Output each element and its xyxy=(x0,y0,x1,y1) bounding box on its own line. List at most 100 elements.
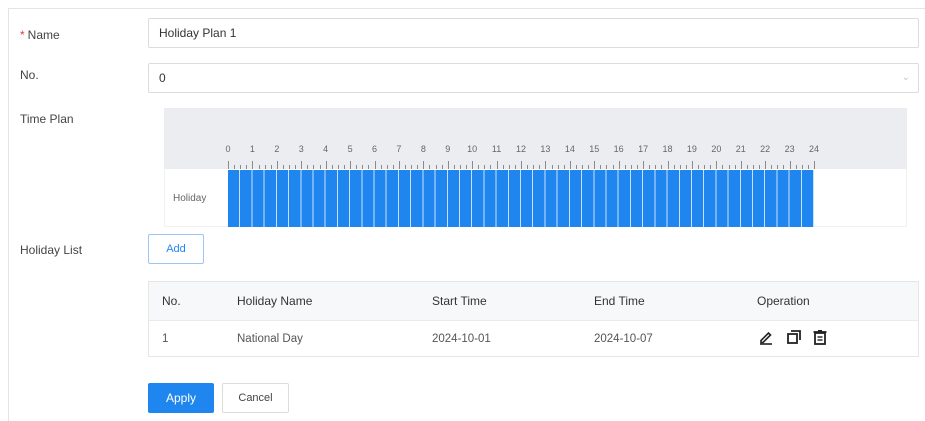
ruler-tick xyxy=(514,165,516,169)
chevron-down-icon: ⌄ xyxy=(901,72,910,83)
copy-icon[interactable] xyxy=(786,329,802,345)
ruler-tick xyxy=(521,161,522,169)
required-mark: * xyxy=(20,28,25,42)
header-end-time: End Time xyxy=(594,294,645,308)
name-input[interactable]: Holiday Plan 1 xyxy=(148,18,919,48)
add-holiday-button[interactable]: Add xyxy=(148,234,204,264)
ruler-tick xyxy=(240,165,242,169)
ruler-tick xyxy=(539,165,541,169)
ruler-tick xyxy=(258,165,260,169)
time-ruler xyxy=(228,155,815,169)
ruler-tick xyxy=(643,161,645,169)
ruler-tick xyxy=(337,165,339,169)
hour-tick-label: 11 xyxy=(491,144,502,154)
ruler-tick xyxy=(789,161,791,169)
ruler-tick xyxy=(307,165,309,169)
hour-tick-label: 10 xyxy=(467,144,478,154)
ruler-tick xyxy=(472,161,474,169)
ruler-tick xyxy=(502,165,504,169)
ruler-tick xyxy=(594,161,596,169)
ruler-tick xyxy=(295,165,297,169)
ruler-tick xyxy=(630,165,632,169)
ruler-tick xyxy=(441,165,443,169)
ruler-tick xyxy=(569,161,571,169)
ruler-tick xyxy=(704,165,706,169)
ruler-tick xyxy=(765,161,767,169)
ruler-tick xyxy=(423,161,425,169)
hour-tick-label: 8 xyxy=(420,144,426,154)
ruler-tick xyxy=(496,161,498,169)
row-start-time: 2024-10-01 xyxy=(432,333,491,345)
delete-icon[interactable] xyxy=(812,329,828,345)
hour-tick-label: 21 xyxy=(735,144,746,154)
ruler-tick xyxy=(606,165,608,169)
ruler-tick xyxy=(374,161,376,169)
cancel-button[interactable]: Cancel xyxy=(222,383,289,413)
ruler-tick xyxy=(246,165,248,169)
ruler-tick xyxy=(691,161,693,169)
hour-tick-label: 0 xyxy=(225,144,231,154)
holiday-table: No. Holiday Name Start Time End Time Ope… xyxy=(148,281,919,357)
ruler-tick xyxy=(582,165,584,169)
row-holiday-name: National Day xyxy=(237,333,303,345)
apply-button[interactable]: Apply xyxy=(148,383,214,413)
row-end-time: 2024-10-07 xyxy=(594,333,653,345)
ruler-tick xyxy=(228,161,229,169)
ruler-tick xyxy=(746,165,748,169)
ruler-tick xyxy=(685,165,687,169)
ruler-tick xyxy=(325,161,327,169)
ruler-tick xyxy=(368,165,370,169)
ruler-tick xyxy=(319,165,321,169)
ruler-tick xyxy=(618,161,620,169)
hour-tick-label: 7 xyxy=(396,144,402,154)
ruler-tick xyxy=(814,161,815,169)
table-header: No. Holiday Name Start Time End Time Ope… xyxy=(149,282,918,321)
ruler-tick xyxy=(533,165,535,169)
ruler-tick xyxy=(453,165,455,169)
hour-tick-label: 17 xyxy=(638,144,649,154)
hour-tick-label: 6 xyxy=(371,144,378,154)
header-no: No. xyxy=(162,294,181,308)
name-input-value: Holiday Plan 1 xyxy=(159,26,237,40)
ruler-tick xyxy=(392,165,394,169)
ruler-tick xyxy=(649,165,651,169)
ruler-tick xyxy=(362,165,364,169)
ruler-tick xyxy=(447,161,449,169)
ruler-tick xyxy=(679,165,681,169)
no-select-value: 0 xyxy=(159,71,166,85)
ruler-tick xyxy=(783,165,785,169)
edit-icon[interactable] xyxy=(758,329,774,345)
ruler-tick xyxy=(435,165,437,169)
ruler-tick xyxy=(698,165,700,169)
hour-tick-label: 15 xyxy=(589,144,600,154)
header-holiday-name: Holiday Name xyxy=(237,294,313,308)
ruler-tick xyxy=(759,165,761,169)
ruler-tick xyxy=(276,161,278,169)
hour-tick-label: 5 xyxy=(347,144,353,154)
no-select[interactable]: 0 ⌄ xyxy=(148,63,919,93)
ruler-tick xyxy=(527,165,529,169)
hour-tick-label: 20 xyxy=(711,144,722,154)
ruler-tick xyxy=(478,165,480,169)
ruler-tick xyxy=(801,165,803,169)
ruler-tick xyxy=(490,165,492,169)
ruler-tick xyxy=(545,161,547,169)
ruler-tick xyxy=(807,165,809,169)
hour-tick-label: 23 xyxy=(784,144,795,154)
ruler-tick xyxy=(728,165,730,169)
ruler-tick xyxy=(270,165,272,169)
ruler-tick xyxy=(234,165,236,169)
ruler-tick xyxy=(398,161,400,169)
hour-tick-label: 16 xyxy=(613,144,624,154)
ruler-tick xyxy=(740,161,742,169)
hour-tick-label: 2 xyxy=(274,144,280,154)
ruler-tick xyxy=(563,165,565,169)
holiday-time-bar[interactable] xyxy=(228,170,814,227)
ruler-tick xyxy=(466,165,468,169)
ruler-tick xyxy=(551,165,553,169)
ruler-tick xyxy=(600,165,602,169)
hour-tick-label: 19 xyxy=(686,144,697,154)
ruler-tick xyxy=(636,165,638,169)
holiday-row-label: Holiday xyxy=(173,193,207,204)
ruler-tick xyxy=(380,165,382,169)
